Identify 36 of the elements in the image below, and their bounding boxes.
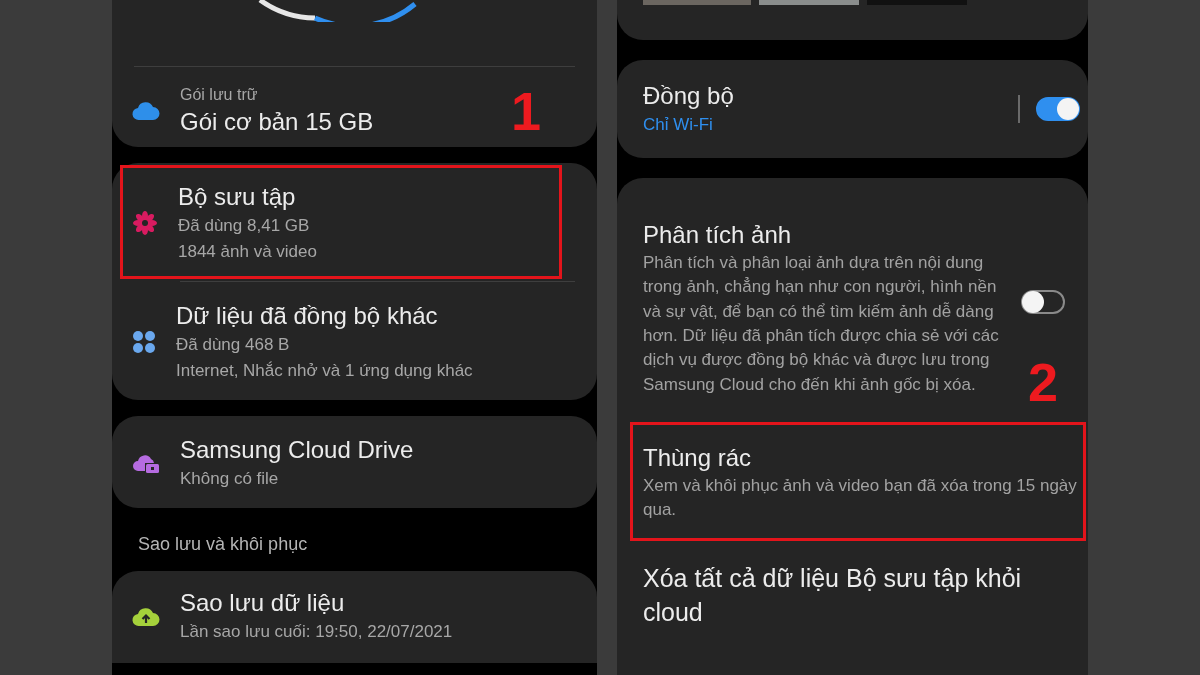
item-status: Chỉ Wi-Fi [643,114,713,136]
photo-thumbnail[interactable] [643,0,751,5]
section-header: Sao lưu và khôi phục [137,533,309,555]
item-title: Samsung Cloud Drive [180,435,414,465]
item-title: Sao lưu dữ liệu [180,588,345,618]
settings-item[interactable]: Xóa tất cả dữ liệu Bộ sưu tập khỏi cloud [617,540,1088,647]
item-title: Bộ sưu tập [178,182,296,212]
settings-item[interactable]: Bộ sưu tập Đã dùng 8,41 GB 1844 ảnh và video [112,163,597,281]
item-title: Xóa tất cả dữ liệu Bộ sưu tập khỏi cloud [643,562,1023,628]
cloud-upload-icon [132,605,160,627]
settings-item[interactable]: Samsung Cloud Drive Không có file [112,416,597,508]
item-detail: Không có file [180,468,279,490]
item-detail: Internet, Nhắc nhở và 1 ứng dụng khác [176,360,473,382]
toggle-switch[interactable] [1021,290,1065,314]
item-title: Dữ liệu đã đồng bộ khác [176,301,438,331]
toggle-switch[interactable] [1036,97,1080,121]
item-detail: Lần sao lưu cuối: 19:50, 22/07/2021 [180,621,453,643]
storage-plan-value: Gói cơ bản 15 GB [180,107,374,137]
item-title: Đồng bộ [643,81,734,111]
item-title: Phân tích ảnh [643,219,792,250]
step-number: 2 [1027,354,1058,410]
step-number: 1 [510,83,541,139]
item-detail: 1844 ảnh và video [178,241,317,263]
cloud-icon [132,101,160,121]
settings-item[interactable]: Thùng rác Xem và khôi phục ảnh và video bạn đã xóa trong 15 ngày qua. [617,422,1088,541]
storage-plan-label: Gói lưu trữ [180,85,258,105]
settings-item[interactable]: Sao lưu dữ liệu Lần sao lưu cuối: 19:50, 22/07/2021 [112,571,597,663]
item-detail: Đã dùng 468 B [176,334,290,356]
flower-icon [132,210,158,236]
grid-dots-icon [132,330,156,354]
photo-thumbnail[interactable] [759,0,859,5]
item-detail: Đã dùng 8,41 GB [178,215,310,237]
item-description: Phân tích và phân loại ảnh dựa trên nội dung trong ảnh, chẳng hạn như con người, hình nền và sự vật, để bạn có thể tìm kiếm ảnh dễ dàng hơn. Dữ liệu đã phân tích được chia sẻ với các dịch vụ được đồng bộ khác và được lưu trong Samsung Cloud cho đến khi ảnh gốc bị xóa. [643,251,1000,396]
item-title: Thùng rác [643,443,752,473]
item-description: Xem và khôi phục ảnh và video bạn đã xóa trong 15 ngày qua. [643,475,1078,522]
settings-item[interactable]: Dữ liệu đã đồng bộ khác Đã dùng 468 B Internet, Nhắc nhở và 1 ứng dụng khác [112,282,597,400]
